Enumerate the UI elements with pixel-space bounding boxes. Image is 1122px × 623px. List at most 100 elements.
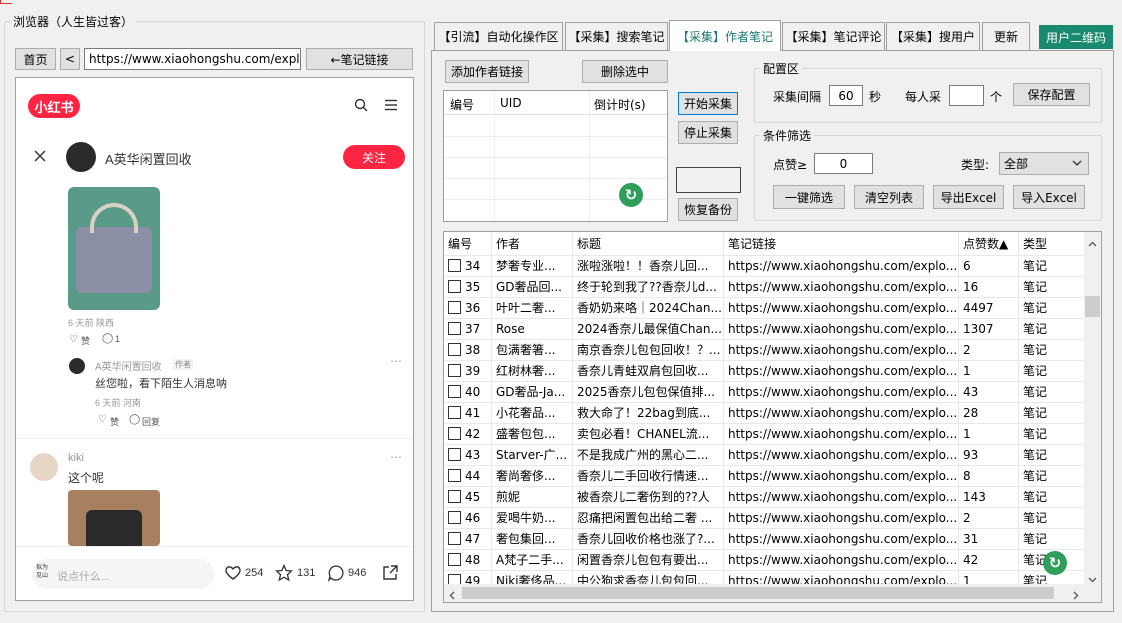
cell-id[interactable]: 40 — [444, 382, 492, 403]
row-checkbox[interactable] — [448, 553, 461, 566]
table-row[interactable]: 38 包满奢箸... 南京香奈儿包包回收！？... https://www.xiaoh… — [444, 340, 1085, 361]
table-row[interactable]: 46 爱喝牛奶... 忍痛把闲置包出给二奢 ... https://www.xiaoh… — [444, 508, 1085, 529]
kiki-avatar[interactable] — [30, 453, 58, 481]
table-row[interactable]: 35 GD奢品回... 终于轮到我了??香奈儿d... https://www.xia… — [444, 277, 1085, 298]
cell-id[interactable]: 41 — [444, 403, 492, 424]
scroll-right-icon[interactable] — [1073, 589, 1079, 602]
like-icon[interactable]: ♡ — [69, 334, 78, 345]
start-collect-button[interactable]: 开始采集 — [678, 92, 738, 115]
cell-id[interactable]: 42 — [444, 424, 492, 445]
table-row[interactable]: 36 叶叶二奢... 香奶奶来咯｜2024Chan... https://www.xi… — [444, 298, 1085, 319]
table-row[interactable]: 45 煎妮 被香奈儿二奢伤到的??人 https://www.xiaohongshu.… — [444, 487, 1085, 508]
tab-search-users[interactable]: 【采集】搜用户 — [886, 22, 980, 50]
follow-button[interactable]: 关注 — [343, 145, 405, 169]
col-likes[interactable]: 点赞数▲ — [959, 232, 1019, 256]
col-link[interactable]: 笔记链接 — [724, 232, 959, 256]
horizontal-scroll-thumb[interactable] — [462, 587, 1054, 599]
comment-icon[interactable]: ◯ — [102, 333, 113, 344]
row-checkbox[interactable] — [448, 259, 461, 272]
row-checkbox[interactable] — [448, 448, 461, 461]
table-row[interactable]: 41 小花奢品... 救大命了！22bag到底... https://www.xiao… — [444, 403, 1085, 424]
row-checkbox[interactable] — [448, 364, 461, 377]
search-icon[interactable] — [354, 98, 368, 112]
kiki-image[interactable] — [68, 490, 160, 546]
tab-traffic[interactable]: 【引流】自动化操作区 — [434, 22, 563, 50]
tab-note-comments[interactable]: 【采集】笔记评论 — [782, 22, 885, 50]
vertical-scrollbar[interactable] — [1084, 232, 1101, 584]
cell-id[interactable]: 47 — [444, 529, 492, 550]
cell-id[interactable]: 46 — [444, 508, 492, 529]
col-type[interactable]: 类型 — [1019, 232, 1085, 256]
row-checkbox[interactable] — [448, 427, 461, 440]
table-row[interactable]: 42 盛奢包包... 卖包必看！CHANEL流... https://www.xiao… — [444, 424, 1085, 445]
row-checkbox[interactable] — [448, 406, 461, 419]
user-qr-button[interactable]: 用户二维码 — [1039, 25, 1113, 49]
row-checkbox[interactable] — [448, 385, 461, 398]
cell-id[interactable]: 45 — [444, 487, 492, 508]
menu-icon[interactable] — [384, 99, 398, 111]
cell-id[interactable]: 43 — [444, 445, 492, 466]
one-click-filter-button[interactable]: 一键筛选 — [773, 185, 845, 209]
per-person-input[interactable] — [949, 85, 984, 106]
table-row[interactable]: 44 奢尚奢侈... 香奈儿二手回收行情速... https://www.xiaoho… — [444, 466, 1085, 487]
interval-input[interactable]: 60 — [829, 85, 863, 106]
row-checkbox[interactable] — [448, 280, 461, 293]
tab-author-notes[interactable]: 【采集】作者笔记 — [669, 20, 781, 51]
kiki-name[interactable]: kiki — [68, 452, 84, 464]
table-row[interactable]: 37 Rose 2024香奈儿最保值Chan... https://www.xiaoh… — [444, 319, 1085, 340]
row-checkbox[interactable] — [448, 511, 461, 524]
table-row[interactable]: 48 A梵子二手... 闲置香奈儿包包有要出... https://www.xiaoh… — [444, 550, 1085, 571]
author-avatar[interactable] — [66, 142, 96, 172]
restore-backup-button[interactable]: 恢复备份 — [678, 198, 738, 221]
close-icon[interactable] — [34, 150, 46, 162]
tab-update[interactable]: 更新 — [982, 22, 1030, 50]
reply-comment-icon[interactable]: ◯ — [129, 414, 140, 425]
table-row[interactable]: 39 红树林奢... 香奈儿青蛙双肩包回收... https://www.xiaoho… — [444, 361, 1085, 382]
author-col-countdown[interactable]: 倒计时(s) — [594, 96, 646, 113]
delete-selected-button[interactable]: 删除选中 — [582, 60, 668, 83]
reply-label[interactable]: 回复 — [142, 415, 160, 428]
share-icon[interactable] — [382, 564, 399, 581]
stop-collect-button[interactable]: 停止采集 — [678, 121, 738, 144]
xhs-webview[interactable]: 小红书 A英华闲置回收 关注 6 天前 陕西 ♡ 赞 ◯ 1 A英华闲置回收 作… — [15, 77, 414, 601]
add-author-button[interactable]: 添加作者链接 — [445, 60, 529, 83]
row-checkbox[interactable] — [448, 490, 461, 503]
results-table[interactable]: 编号 作者 标题 笔记链接 点赞数▲ 类型 34 梦奢专业... 涨啦涨啦！！香奈儿… — [443, 231, 1102, 603]
save-config-button[interactable]: 保存配置 — [1013, 83, 1090, 106]
table-row[interactable]: 43 Starver-广... 不是我成广州的黑心二... https://www.x… — [444, 445, 1085, 466]
reply-more-icon[interactable]: ⋯ — [390, 354, 402, 368]
home-button[interactable]: 首页 — [15, 48, 56, 70]
note-link-button[interactable]: ←笔记链接 — [306, 48, 413, 70]
url-field[interactable]: https://www.xiaohongshu.com/explor — [84, 48, 301, 70]
row-checkbox[interactable] — [448, 322, 461, 335]
table-row[interactable]: 40 GD奢品-Ja... 2025香奈儿包包保值排... https://www.x… — [444, 382, 1085, 403]
tab-search-notes[interactable]: 【采集】搜索笔记 — [565, 22, 668, 50]
type-select[interactable]: 全部 — [999, 152, 1089, 175]
row-checkbox[interactable] — [448, 532, 461, 545]
star-icon[interactable] — [274, 563, 294, 582]
table-row[interactable]: 47 奢包集回... 香奈儿回收价格也涨了?... https://www.xiaoh… — [444, 529, 1085, 550]
row-checkbox[interactable] — [448, 343, 461, 356]
scroll-up-icon[interactable] — [1088, 236, 1097, 250]
cell-id[interactable]: 39 — [444, 361, 492, 382]
row-checkbox[interactable] — [448, 301, 461, 314]
cell-id[interactable]: 48 — [444, 550, 492, 571]
col-id[interactable]: 编号 — [444, 232, 492, 256]
author-refresh-icon[interactable]: ↻ — [619, 183, 643, 207]
post-image[interactable] — [68, 187, 160, 310]
clear-list-button[interactable]: 清空列表 — [854, 185, 924, 209]
heart-icon[interactable] — [224, 564, 242, 582]
reply-author[interactable]: A英华闲置回收 — [95, 358, 162, 373]
table-row[interactable]: 34 梦奢专业... 涨啦涨啦！！香奈儿回... https://www.xiaoho… — [444, 256, 1085, 277]
cell-id[interactable]: 38 — [444, 340, 492, 361]
export-excel-button[interactable]: 导出Excel — [933, 185, 1004, 209]
likes-filter-input[interactable]: 0 — [814, 153, 873, 174]
cell-id[interactable]: 36 — [444, 298, 492, 319]
row-checkbox[interactable] — [448, 469, 461, 482]
scroll-left-icon[interactable] — [449, 589, 455, 602]
back-button[interactable]: < — [60, 48, 80, 70]
author-name[interactable]: A英华闲置回收 — [105, 149, 192, 168]
import-excel-button[interactable]: 导入Excel — [1013, 185, 1085, 209]
col-title[interactable]: 标题 — [573, 232, 724, 256]
author-col-id[interactable]: 编号 — [450, 96, 474, 113]
